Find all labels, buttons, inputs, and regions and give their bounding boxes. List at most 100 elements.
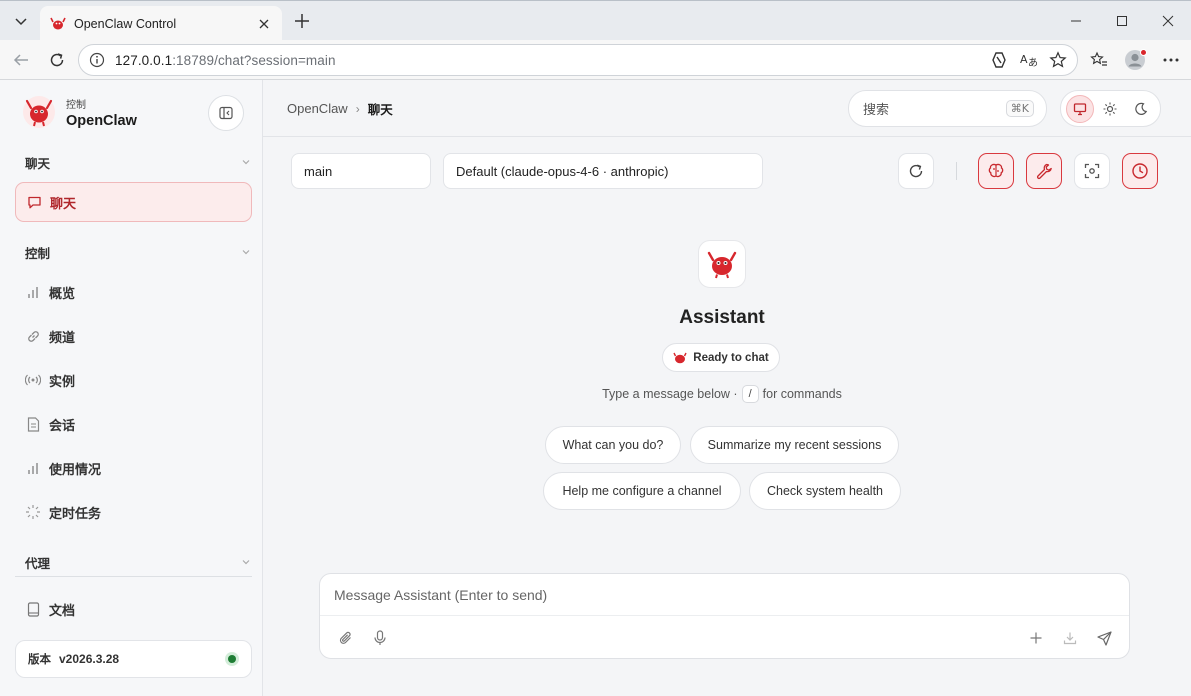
sidebar-item-usage[interactable]: 使用情况	[15, 448, 252, 488]
breadcrumb-root[interactable]: OpenClaw	[287, 101, 348, 116]
sidebar-item-docs[interactable]: 文档	[15, 589, 252, 629]
lobster-favicon-icon	[50, 16, 66, 32]
close-window-button[interactable]	[1145, 1, 1191, 41]
model-select-value: Default (claude-opus-4-6 · anthropic)	[456, 163, 669, 179]
model-select[interactable]: Default (claude-opus-4-6 · anthropic)	[443, 153, 763, 189]
thinking-toggle-button[interactable]	[978, 153, 1014, 189]
favorite-star-icon[interactable]	[1049, 51, 1067, 69]
back-button[interactable]	[6, 45, 36, 75]
message-input[interactable]	[320, 574, 1129, 616]
maximize-button[interactable]	[1099, 1, 1145, 41]
theme-light-button[interactable]	[1096, 95, 1124, 123]
moon-icon	[1135, 102, 1147, 115]
browser-tab-strip: OpenClaw Control	[0, 0, 1191, 41]
group-agent-header[interactable]: 代理	[25, 552, 251, 572]
browser-tab-active[interactable]: OpenClaw Control	[40, 6, 282, 41]
bar-chart-icon	[25, 284, 41, 300]
sidebar-item-label: 概览	[49, 286, 76, 302]
sidebar-item-instances[interactable]: 实例	[15, 360, 252, 400]
sidebar-item-cron[interactable]: 定时任务	[15, 492, 252, 532]
sidebar-item-label: 频道	[49, 330, 76, 346]
profile-button[interactable]	[1120, 45, 1150, 75]
tools-toggle-button[interactable]	[1026, 153, 1062, 189]
sidebar-item-label: 聊天	[50, 196, 77, 212]
site-info-icon[interactable]	[89, 52, 105, 68]
suggestion-chip[interactable]: Summarize my recent sessions	[690, 426, 899, 464]
arrow-left-icon	[13, 54, 28, 66]
search-placeholder: 搜索	[863, 103, 890, 118]
sidebar-item-sessions[interactable]: 会话	[15, 404, 252, 444]
svg-text:A: A	[1020, 53, 1028, 66]
monitor-icon	[1074, 102, 1087, 115]
refresh-button[interactable]	[898, 153, 934, 189]
sidebar-item-chat[interactable]: 聊天	[15, 182, 252, 222]
export-button[interactable]	[1058, 626, 1082, 650]
url-text[interactable]: 127.0.0.1:18789/chat?session=main	[115, 53, 989, 68]
tab-close-icon[interactable]	[254, 14, 274, 34]
reload-button[interactable]	[42, 45, 72, 75]
plus-icon	[1030, 632, 1042, 644]
svg-text:あ: あ	[1028, 57, 1038, 69]
lobster-logo-icon	[707, 251, 737, 279]
group-chat-label: 聊天	[25, 155, 51, 171]
loader-icon	[25, 504, 41, 520]
brand: 控制 OpenClaw	[22, 95, 137, 129]
paperclip-icon	[339, 631, 351, 644]
online-status-indicator	[225, 652, 239, 666]
lobster-status-icon	[673, 352, 687, 363]
version-label: 版本	[28, 652, 51, 666]
sun-icon	[1103, 102, 1117, 115]
cron-history-button[interactable]	[1122, 153, 1158, 189]
status-badge: Ready to chat	[662, 343, 780, 372]
session-select-value: main	[304, 163, 333, 179]
settings-more-button[interactable]	[1156, 45, 1186, 75]
favorites-list-icon	[1090, 51, 1107, 66]
theme-system-button[interactable]	[1066, 94, 1095, 123]
breadcrumb: OpenClaw › 聊天	[287, 99, 393, 118]
search-input[interactable]: 搜索 ⌘K	[848, 90, 1047, 127]
breadcrumb-separator: ›	[355, 101, 360, 116]
voice-input-button[interactable]	[368, 626, 392, 650]
url-host: 127.0.0.1	[115, 52, 173, 68]
sidebar-item-channels[interactable]: 频道	[15, 316, 252, 356]
openclaw-app: 控制 OpenClaw 聊天 聊天 控制 概览 频道 实例 会话 使用情况 定时…	[0, 80, 1191, 696]
tab-list-dropdown-button[interactable]	[6, 6, 36, 36]
focus-icon	[1084, 163, 1100, 179]
browser-toolbar: 127.0.0.1:18789/chat?session=main Aあ	[0, 40, 1191, 80]
focus-mode-button[interactable]	[1074, 153, 1110, 189]
more-dots-icon	[1163, 58, 1179, 62]
new-message-button[interactable]	[1024, 626, 1048, 650]
minimize-icon	[1071, 20, 1081, 22]
sidebar-collapse-button[interactable]	[208, 95, 244, 131]
group-agent-label: 代理	[25, 555, 51, 571]
new-tab-button[interactable]	[288, 7, 316, 35]
sidebar-item-label: 使用情况	[49, 462, 102, 478]
sidebar-collapse-icon	[219, 106, 233, 120]
attach-button[interactable]	[334, 626, 358, 650]
refresh-icon	[909, 164, 923, 178]
session-select[interactable]: main	[291, 153, 431, 189]
suggestion-chip[interactable]: What can you do?	[545, 426, 681, 464]
version-card: 版本 v2026.3.28	[15, 640, 252, 678]
address-bar[interactable]: 127.0.0.1:18789/chat?session=main Aあ	[78, 44, 1078, 76]
hint-suffix: for commands	[762, 387, 842, 401]
book-icon	[25, 601, 41, 617]
slash-key-badge: /	[741, 385, 759, 403]
translate-icon[interactable]: Aあ	[1019, 50, 1039, 70]
theme-dark-button[interactable]	[1127, 95, 1155, 123]
group-control-header[interactable]: 控制	[25, 242, 251, 262]
group-chat-header[interactable]: 聊天	[25, 152, 251, 172]
favorites-button[interactable]	[1084, 45, 1114, 75]
search-shortcut-badge: ⌘K	[1005, 100, 1034, 117]
copilot-icon[interactable]	[989, 50, 1009, 70]
assistant-avatar	[698, 240, 746, 288]
group-control-label: 控制	[25, 245, 51, 261]
sidebar-item-label: 文档	[49, 603, 76, 619]
breadcrumb-current: 聊天	[367, 102, 393, 117]
reload-icon	[50, 53, 64, 67]
minimize-button[interactable]	[1053, 1, 1099, 41]
suggestion-chip[interactable]: Help me configure a channel	[543, 472, 741, 510]
sidebar-item-overview[interactable]: 概览	[15, 272, 252, 312]
send-button[interactable]	[1092, 626, 1116, 650]
suggestion-chip[interactable]: Check system health	[749, 472, 901, 510]
